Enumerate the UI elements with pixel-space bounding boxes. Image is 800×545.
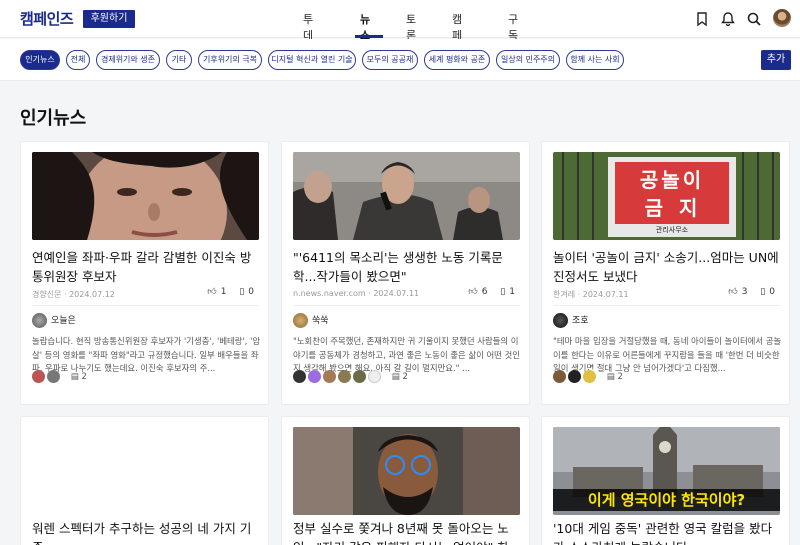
news-meta: 경향신문 · 2024.07.12 bbox=[32, 290, 115, 299]
tag-etc[interactable]: 기타 bbox=[166, 50, 192, 70]
news-title[interactable]: 놀이터 '공놀이 금지' 소송기...엄마는 UN에 진정서도 보냈다 bbox=[553, 248, 780, 286]
reactions-row: ▤ 2 bbox=[293, 370, 408, 386]
tag-all[interactable]: 전체 bbox=[66, 50, 90, 70]
comment-icon[interactable]: ▤ bbox=[392, 372, 400, 382]
tag-climate[interactable]: 기후위기의 극복 bbox=[198, 50, 262, 70]
news-date: 2024.07.12 bbox=[69, 290, 115, 299]
news-stats: 👍︎ 1 ▯ 0 bbox=[203, 287, 254, 297]
news-meta: 한겨레 · 2024.07.11 bbox=[553, 290, 629, 299]
donate-button[interactable]: 후원하기 bbox=[83, 10, 135, 28]
bookmark-count: 0 bbox=[769, 287, 775, 297]
bookmark-icon[interactable]: ▯ bbox=[239, 287, 244, 297]
like-icon[interactable]: 👍︎ bbox=[468, 287, 477, 297]
news-title[interactable]: "'6411의 목소리'는 생생한 노동 기록문학...작가들이 봤으면" bbox=[293, 248, 520, 286]
author-name: 오늘은 bbox=[51, 316, 76, 326]
news-date: 2024.07.11 bbox=[582, 290, 629, 299]
news-card[interactable]: 워렌 스펙터가 추구하는 성공의 네 가지 기준 bbox=[20, 416, 269, 545]
tag-society[interactable]: 함께 사는 사회 bbox=[566, 50, 624, 70]
reactor-avatar bbox=[32, 370, 45, 383]
tag-democracy[interactable]: 일상의 민주주의 bbox=[496, 50, 560, 70]
news-title[interactable]: 워렌 스펙터가 추구하는 성공의 네 가지 기준 bbox=[32, 519, 259, 545]
news-meta: n.news.naver.com · 2024.07.11 bbox=[293, 289, 420, 298]
user-avatar[interactable] bbox=[773, 9, 791, 27]
reactor-avatar bbox=[353, 370, 366, 383]
news-thumbnail[interactable] bbox=[293, 427, 520, 515]
bell-icon[interactable] bbox=[720, 11, 736, 27]
news-stats: 👍︎ 6 ▯ 1 bbox=[464, 287, 515, 297]
tag-digital[interactable]: 디지털 혁신과 열린 기술 bbox=[268, 50, 356, 70]
news-thumbnail[interactable]: 공놀이 금지 관리사무소 bbox=[553, 152, 780, 240]
like-icon[interactable]: 👍︎ bbox=[207, 287, 216, 297]
news-thumbnail[interactable] bbox=[293, 152, 520, 240]
author[interactable]: 쑥쑥 bbox=[293, 313, 329, 328]
logo[interactable]: 캠페인즈 bbox=[20, 8, 74, 29]
reactor-avatar bbox=[553, 370, 566, 383]
author-avatar bbox=[553, 313, 568, 328]
divider bbox=[293, 305, 520, 306]
author[interactable]: 조호 bbox=[553, 313, 589, 328]
reactor-avatar bbox=[338, 370, 351, 383]
sign-line2: 금지 bbox=[644, 196, 714, 220]
author-name: 쑥쑥 bbox=[312, 316, 329, 326]
section-title: 인기뉴스 bbox=[20, 108, 87, 129]
tag-economy[interactable]: 경제위기와 생존 bbox=[96, 50, 160, 70]
reactions-row: ▤ 2 bbox=[32, 370, 87, 386]
news-card[interactable]: 연예인을 좌파·우파 갈라 감별한 이진숙 방통위원장 후보자 경향신문 · 2… bbox=[20, 141, 269, 405]
tag-popular-news[interactable]: 인기뉴스 bbox=[20, 50, 60, 70]
author-name: 조호 bbox=[572, 316, 589, 326]
reactor-avatar bbox=[323, 370, 336, 383]
comment-icon[interactable]: ▤ bbox=[607, 372, 615, 382]
news-source: n.news.naver.com bbox=[293, 289, 366, 298]
news-title[interactable]: '10대 게임 중독' 관련한 영국 칼럼을 봤다가 소스라치게 놀랐습니다 bbox=[553, 519, 780, 545]
reactor-avatar bbox=[568, 370, 581, 383]
search-icon[interactable] bbox=[746, 11, 762, 27]
news-title[interactable]: 정부 실수로 쫓겨나 8년째 못 돌아오는 노인..."자기 같은 피해자 다시… bbox=[293, 519, 520, 545]
news-card[interactable]: 정부 실수로 쫓겨나 8년째 못 돌아오는 노인..."자기 같은 피해자 다시… bbox=[281, 416, 530, 545]
reactor-avatar bbox=[47, 370, 60, 383]
tag-peace[interactable]: 세계 평화와 공존 bbox=[424, 50, 490, 70]
news-card[interactable]: "'6411의 목소리'는 생생한 노동 기록문학...작가들이 봤으면" n.… bbox=[281, 141, 530, 405]
news-card[interactable]: 이게 영국이야 한국이야? '10대 게임 중독' 관련한 영국 칼럼을 봤다가… bbox=[541, 416, 790, 545]
bookmark-icon[interactable] bbox=[694, 11, 710, 27]
sign-line1: 공놀이 bbox=[639, 168, 705, 192]
comment-count: 2 bbox=[402, 372, 408, 382]
comment-count: 2 bbox=[81, 372, 87, 382]
bookmark-count: 0 bbox=[248, 287, 254, 297]
active-nav-indicator bbox=[355, 35, 383, 38]
author-avatar bbox=[32, 313, 47, 328]
bookmark-count: 1 bbox=[509, 287, 515, 297]
news-thumbnail[interactable] bbox=[32, 152, 259, 240]
divider bbox=[32, 305, 259, 306]
like-count: 6 bbox=[481, 287, 488, 297]
like-count: 3 bbox=[741, 287, 748, 297]
category-tag-bar: 인기뉴스 전체 경제위기와 생존 기타 기후위기의 극복 디지털 혁신과 열린 … bbox=[0, 39, 800, 81]
reactor-avatar bbox=[293, 370, 306, 383]
news-stats: 👍︎ 3 ▯ 0 bbox=[724, 287, 775, 297]
author[interactable]: 오늘은 bbox=[32, 313, 76, 328]
comment-icon[interactable]: ▤ bbox=[71, 372, 79, 382]
news-date: 2024.07.11 bbox=[373, 289, 420, 298]
news-card[interactable]: 공놀이 금지 관리사무소 놀이터 '공놀이 금지' 소송기...엄마는 UN에 … bbox=[541, 141, 790, 405]
news-source: 한겨레 bbox=[553, 290, 576, 299]
reactions-row: ▤ 2 bbox=[553, 370, 623, 386]
like-icon[interactable]: 👍︎ bbox=[728, 287, 737, 297]
author-avatar bbox=[293, 313, 308, 328]
bookmark-icon[interactable]: ▯ bbox=[760, 287, 765, 297]
reactor-avatar bbox=[583, 370, 596, 383]
image-caption-overlay: 이게 영국이야 한국이야? bbox=[553, 489, 780, 511]
news-thumbnail[interactable]: 이게 영국이야 한국이야? bbox=[553, 427, 780, 515]
reactor-avatar bbox=[368, 370, 381, 383]
like-count: 1 bbox=[220, 287, 227, 297]
news-source: 경향신문 bbox=[32, 290, 62, 299]
top-header: 캠페인즈 후원하기 투데이 뉴스 토론 캠페인 구독 bbox=[0, 0, 800, 58]
add-tag-button[interactable]: 추가 bbox=[761, 50, 791, 70]
news-title[interactable]: 연예인을 좌파·우파 갈라 감별한 이진숙 방통위원장 후보자 bbox=[32, 248, 259, 286]
comment-count: 2 bbox=[617, 372, 623, 382]
tag-commons[interactable]: 모두의 공공재 bbox=[362, 50, 418, 70]
reactor-avatar bbox=[308, 370, 321, 383]
bookmark-icon[interactable]: ▯ bbox=[500, 287, 505, 297]
sign-small: 관리사무소 bbox=[655, 226, 689, 234]
divider bbox=[553, 305, 780, 306]
